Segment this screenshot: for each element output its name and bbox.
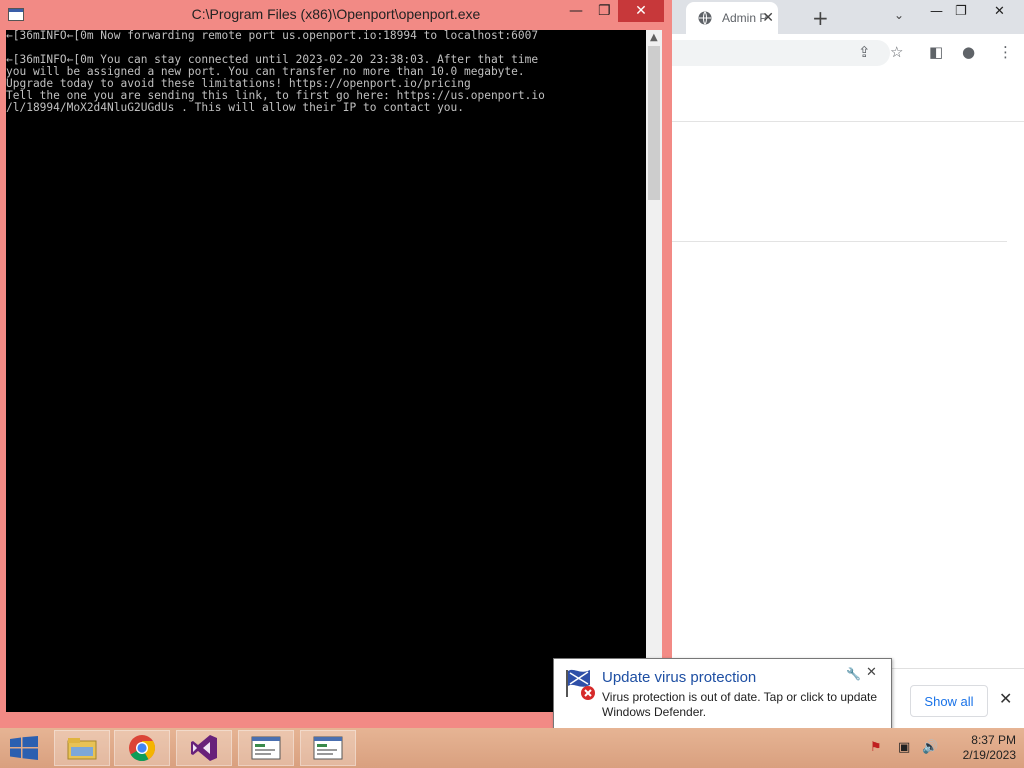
action-center-flag-icon[interactable]: ⚑ <box>870 740 882 755</box>
new-tab-button[interactable]: + <box>812 6 829 30</box>
bookmark-star-icon[interactable]: ☆ <box>890 43 903 61</box>
side-panel-icon[interactable]: ◧ <box>929 43 943 61</box>
console-titlebar[interactable]: C:\Program Files (x86)\Openport\openport… <box>0 0 672 30</box>
visual-studio-icon <box>191 735 217 761</box>
browser-close-button[interactable]: ✕ <box>994 4 1005 19</box>
tab-strip: Admin P ✕ + ⌄ — ❐ ✕ <box>672 0 1024 34</box>
notification-close-icon[interactable]: ✕ <box>866 665 877 680</box>
console-restore-button[interactable]: ❐ <box>598 3 611 19</box>
divider <box>672 121 1024 122</box>
profile-avatar-icon[interactable]: ● <box>962 43 975 61</box>
console-scrollbar[interactable]: ▲ <box>646 30 662 712</box>
taskbar-chrome[interactable] <box>114 730 170 766</box>
browser-restore-button[interactable]: ❐ <box>955 4 967 19</box>
menu-icon[interactable]: ⋮ <box>998 43 1013 61</box>
show-all-button[interactable]: Show all <box>910 685 988 717</box>
taskbar-window-2[interactable] <box>300 730 356 766</box>
defender-notification[interactable]: Update virus protection Virus protection… <box>553 658 892 746</box>
chrome-icon <box>129 735 156 762</box>
taskbar-clock[interactable]: 8:37 PM 2/19/2023 <box>944 733 1016 763</box>
taskbar: ⚑ ▣ 🔊 8:37 PM 2/19/2023 <box>0 728 1024 768</box>
folder-icon <box>67 738 97 760</box>
clock-time: 8:37 PM <box>971 733 1016 747</box>
console-window: C:\Program Files (x86)\Openport\openport… <box>0 0 672 728</box>
console-line: ←[36mINFO←[0m Now forwarding remote port… <box>6 30 539 42</box>
defender-flag-icon <box>566 669 595 700</box>
tab-search-icon[interactable]: ⌄ <box>894 8 904 22</box>
tab-admin[interactable]: Admin P ✕ <box>686 2 778 34</box>
notification-body: Virus protection is out of date. Tap or … <box>602 690 878 719</box>
volume-icon[interactable]: 🔊 <box>922 740 938 755</box>
console-line: /l/18994/MoX2d4NluG2UGdUs . This will al… <box>6 101 465 114</box>
taskbar-visual-studio[interactable] <box>176 730 232 766</box>
network-icon[interactable]: ▣ <box>898 740 910 755</box>
windows-start-icon[interactable] <box>10 736 38 760</box>
taskbar-window-1[interactable] <box>238 730 294 766</box>
tab-close-icon[interactable]: ✕ <box>762 10 774 26</box>
divider <box>672 241 1007 242</box>
notification-title: Update virus protection <box>602 669 757 686</box>
scroll-up-arrow-icon[interactable]: ▲ <box>650 32 658 43</box>
window-icon <box>313 736 343 760</box>
share-icon[interactable]: ⇪ <box>858 43 871 61</box>
taskbar-file-explorer[interactable] <box>54 730 110 766</box>
globe-icon <box>698 11 712 25</box>
download-bar-close-icon[interactable]: ✕ <box>999 689 1012 708</box>
window-icon <box>251 736 281 760</box>
console-minimize-button[interactable]: — <box>569 3 583 19</box>
console-close-button[interactable]: ✕ <box>618 0 664 22</box>
tab-title: Admin P <box>722 11 768 25</box>
clock-date: 2/19/2023 <box>962 748 1016 762</box>
browser-minimize-button[interactable]: — <box>930 4 943 19</box>
scroll-thumb[interactable] <box>648 46 660 200</box>
browser-window: Admin P ✕ + ⌄ — ❐ ✕ ⇪ ☆ ◧ ● ⋮ Show all ✕ <box>672 0 1024 729</box>
wrench-icon[interactable]: 🔧 <box>846 667 861 681</box>
console-output[interactable]: ←[36mINFO←[0m Now forwarding remote port… <box>6 30 646 712</box>
